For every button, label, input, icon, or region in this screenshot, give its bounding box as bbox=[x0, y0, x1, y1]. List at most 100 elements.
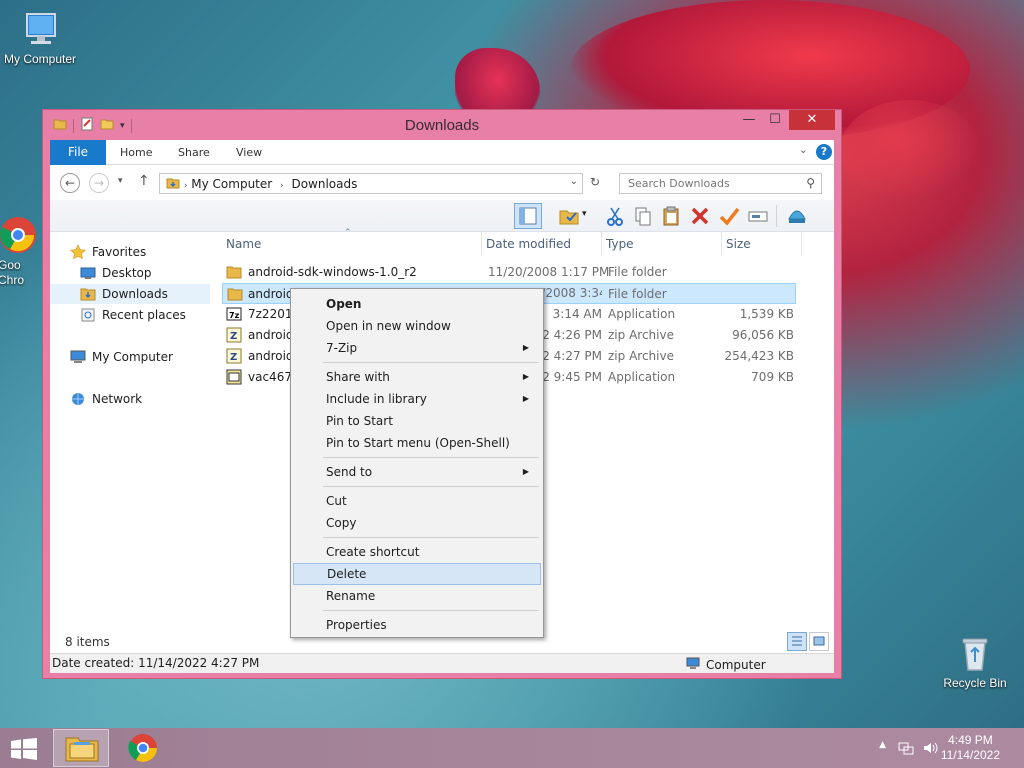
menu-item-open[interactable]: Open bbox=[293, 293, 541, 315]
chevron-right-icon[interactable]: › bbox=[280, 181, 284, 191]
nav-network[interactable]: Network bbox=[70, 389, 142, 409]
cut-icon[interactable] bbox=[604, 205, 626, 227]
taskbar-explorer-button[interactable] bbox=[53, 729, 109, 767]
rename-icon[interactable] bbox=[747, 205, 769, 227]
breadcrumb-downloads[interactable]: Downloads bbox=[291, 177, 357, 191]
item-count: 8 items bbox=[65, 635, 110, 649]
preview-pane-icon[interactable] bbox=[514, 203, 542, 229]
taskbar: ▲ 4:49 PM 11/14/2022 bbox=[0, 728, 1024, 768]
help-icon[interactable]: ? bbox=[816, 144, 832, 160]
submenu-arrow-icon: ▶ bbox=[522, 467, 529, 476]
nav-recent-places[interactable]: Recent places bbox=[80, 305, 186, 325]
nav-desktop[interactable]: Desktop bbox=[80, 263, 152, 283]
nav-downloads[interactable]: Downloads bbox=[50, 284, 210, 304]
shell-icon[interactable] bbox=[786, 205, 808, 227]
desktop-icon-my-computer[interactable]: My Computer bbox=[0, 8, 80, 66]
menu-item-send-to[interactable]: Send to ▶ bbox=[293, 461, 541, 483]
chevron-down-icon[interactable]: ▾ bbox=[582, 209, 592, 231]
column-header-date[interactable]: Date modified bbox=[482, 232, 602, 256]
submenu-arrow-icon: ▶ bbox=[522, 372, 529, 381]
computer-icon bbox=[19, 8, 61, 50]
windows-logo-icon bbox=[11, 738, 37, 760]
menu-item-pin-to-start[interactable]: Pin to Start bbox=[293, 410, 541, 432]
menu-item-copy[interactable]: Copy bbox=[293, 512, 541, 534]
select-folder-icon[interactable] bbox=[558, 205, 580, 227]
menu-item-cut[interactable]: Cut bbox=[293, 490, 541, 512]
tab-home[interactable]: Home bbox=[120, 140, 152, 165]
menu-item-7zip[interactable]: 7-Zip ▶ bbox=[293, 337, 541, 359]
tab-share[interactable]: Share bbox=[178, 140, 210, 165]
menu-item-open-new-window[interactable]: Open in new window bbox=[293, 315, 541, 337]
menu-item-include-in-library[interactable]: Include in library ▶ bbox=[293, 388, 541, 410]
computer-icon bbox=[686, 656, 700, 673]
clock[interactable]: 4:49 PM 11/14/2022 bbox=[941, 733, 1000, 763]
volume-icon[interactable] bbox=[922, 740, 938, 759]
toolbar-divider bbox=[776, 205, 779, 227]
tab-file[interactable]: File bbox=[50, 140, 106, 165]
submenu-arrow-icon: ▶ bbox=[522, 394, 529, 403]
computer-location: Computer bbox=[686, 656, 766, 673]
back-button[interactable]: ← bbox=[60, 173, 80, 193]
start-button[interactable] bbox=[10, 738, 38, 763]
search-icon[interactable]: ⚲ bbox=[806, 176, 815, 190]
chrome-icon bbox=[0, 214, 39, 256]
downloads-folder-icon bbox=[80, 286, 96, 302]
details-view-icon[interactable] bbox=[787, 632, 807, 651]
search-box[interactable]: Search Downloads ⚲ bbox=[619, 173, 822, 194]
file-explorer-icon bbox=[65, 737, 99, 762]
paste-icon[interactable] bbox=[660, 205, 682, 227]
close-button[interactable]: ✕ bbox=[789, 110, 835, 130]
refresh-icon[interactable]: ↻ bbox=[590, 175, 600, 189]
desktop-icon-recycle-bin[interactable]: Recycle Bin bbox=[935, 632, 1015, 690]
nav-my-computer[interactable]: My Computer bbox=[70, 347, 173, 367]
menu-separator bbox=[323, 457, 539, 458]
show-hidden-icons-icon[interactable]: ▲ bbox=[879, 740, 886, 750]
search-input[interactable]: Search Downloads bbox=[628, 177, 730, 190]
nav-favorites[interactable]: Favorites bbox=[70, 242, 146, 262]
up-button[interactable]: ↑ bbox=[138, 173, 150, 189]
copy-icon[interactable] bbox=[632, 205, 654, 227]
file-row[interactable]: android-sdk-windows-1.0_r2 11/20/2008 1:… bbox=[222, 262, 796, 283]
network-icon[interactable] bbox=[898, 740, 914, 759]
menu-separator bbox=[323, 537, 539, 538]
folder-icon bbox=[227, 286, 243, 302]
menu-item-properties[interactable]: Properties bbox=[293, 614, 541, 636]
forward-button[interactable]: → bbox=[89, 173, 109, 193]
taskbar-chrome-button[interactable] bbox=[126, 732, 160, 767]
menu-item-pin-to-start-menu[interactable]: Pin to Start menu (Open-Shell) bbox=[293, 432, 541, 454]
minimize-button[interactable]: — bbox=[735, 110, 763, 130]
recent-locations-icon[interactable]: ▾ bbox=[118, 176, 123, 186]
expand-ribbon-icon[interactable]: ⌄ bbox=[799, 143, 808, 156]
maximize-button[interactable]: ☐ bbox=[761, 110, 789, 130]
large-icons-view-icon[interactable] bbox=[809, 632, 829, 651]
tab-view[interactable]: View bbox=[236, 140, 262, 165]
menu-item-delete[interactable]: Delete bbox=[293, 563, 541, 585]
address-bar[interactable]: › My Computer › Downloads ⌄ bbox=[159, 173, 583, 194]
recent-places-icon bbox=[80, 307, 96, 323]
menu-item-share-with[interactable]: Share with ▶ bbox=[293, 366, 541, 388]
computer-icon bbox=[70, 349, 86, 365]
menu-item-rename[interactable]: Rename bbox=[293, 585, 541, 607]
network-icon bbox=[70, 391, 86, 407]
command-toolbar: ▾ bbox=[50, 200, 834, 232]
column-header-type[interactable]: Type bbox=[602, 232, 722, 256]
folder-icon bbox=[226, 264, 242, 280]
navigation-pane: Favorites Desktop Downloads Recent place… bbox=[50, 232, 210, 631]
context-menu: Open Open in new window 7-Zip ▶ Share wit… bbox=[290, 288, 544, 638]
column-header-size[interactable]: Size bbox=[722, 232, 802, 256]
recycle-bin-icon bbox=[954, 632, 996, 674]
svg-text:7z: 7z bbox=[229, 311, 240, 320]
desktop-icon bbox=[80, 265, 96, 281]
address-dropdown-icon[interactable]: ⌄ bbox=[570, 176, 578, 187]
menu-separator bbox=[323, 486, 539, 487]
chevron-right-icon[interactable]: › bbox=[184, 181, 188, 191]
svg-text:Z: Z bbox=[230, 352, 237, 363]
chrome-icon bbox=[128, 734, 157, 762]
check-icon[interactable] bbox=[718, 205, 740, 227]
breadcrumb-my-computer[interactable]: My Computer bbox=[191, 177, 272, 191]
delete-icon[interactable] bbox=[689, 205, 711, 227]
menu-item-create-shortcut[interactable]: Create shortcut bbox=[293, 541, 541, 563]
column-header-name[interactable]: Name bbox=[222, 232, 482, 256]
title-bar[interactable]: ▾ Downloads — ☐ ✕ bbox=[43, 110, 841, 140]
zip-archive-icon: Z bbox=[226, 327, 242, 343]
